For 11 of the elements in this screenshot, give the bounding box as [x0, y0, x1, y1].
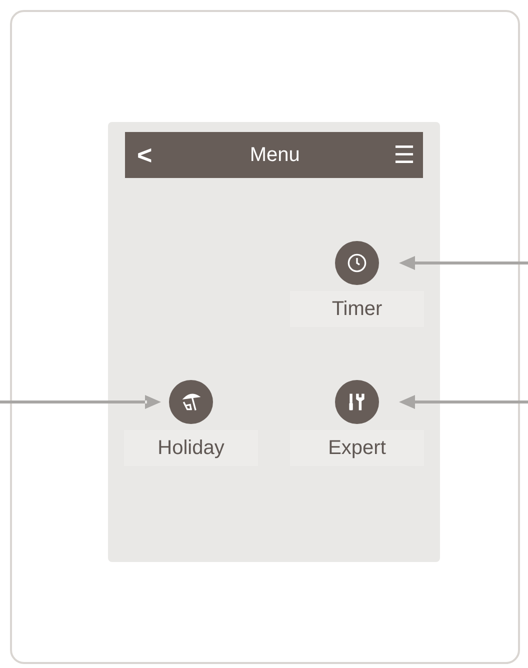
back-button[interactable]: <	[133, 142, 156, 168]
menu-item-label: Timer	[290, 291, 424, 327]
beach-chair-umbrella-icon	[180, 391, 202, 413]
menu-item-button[interactable]	[335, 380, 379, 424]
header-title: Menu	[250, 144, 300, 166]
menu-button[interactable]: ☰	[393, 143, 415, 167]
menu-item-button[interactable]	[169, 380, 213, 424]
clock-icon	[347, 253, 367, 273]
menu-item-label: Holiday	[124, 430, 258, 466]
menu-item-button[interactable]	[335, 241, 379, 285]
menu-item-label: Expert	[290, 430, 424, 466]
